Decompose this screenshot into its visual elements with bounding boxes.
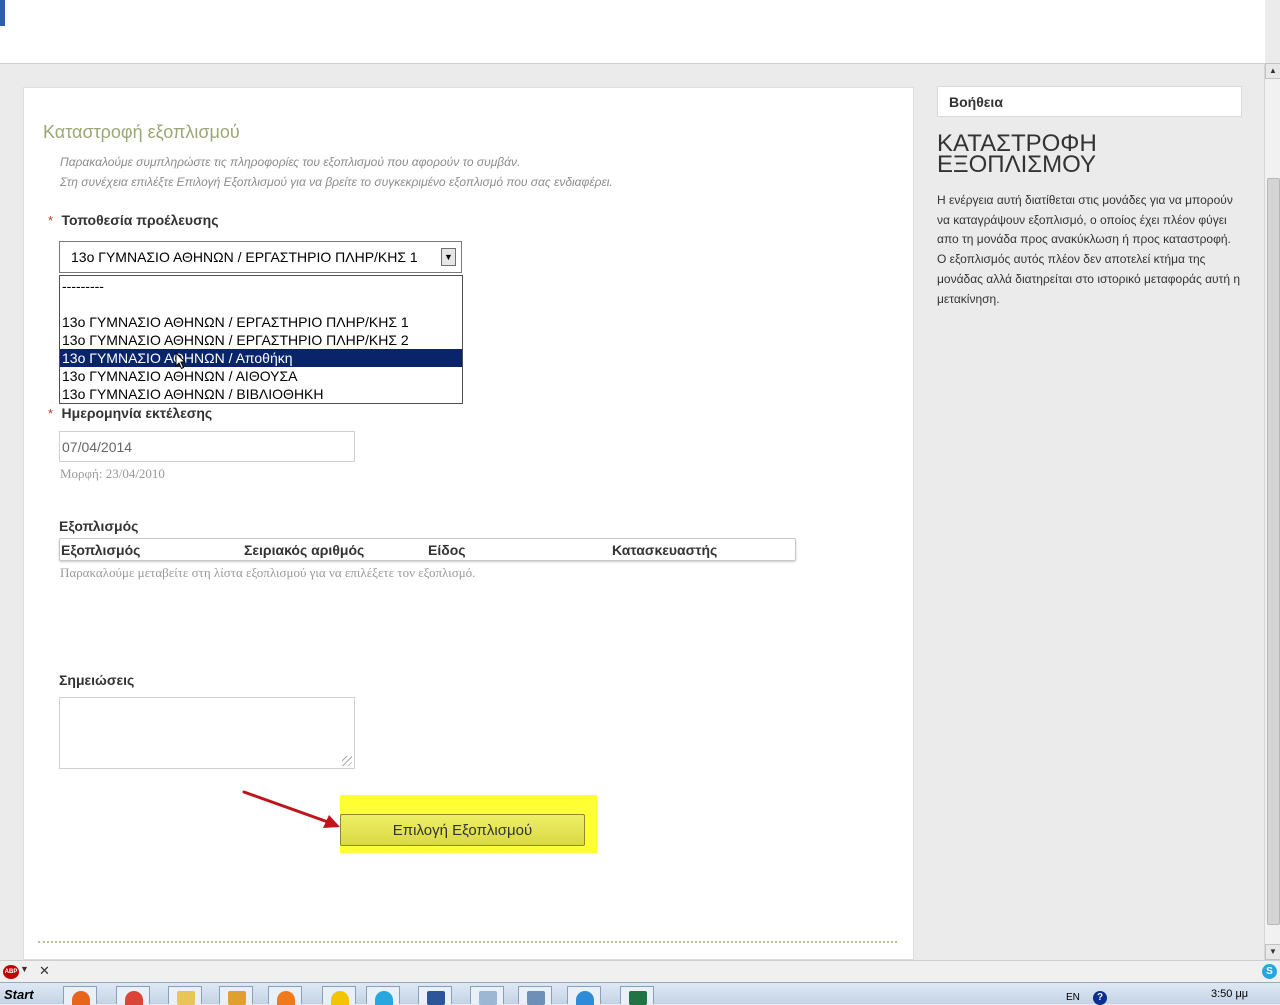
dropdown-option-empty[interactable] [60, 295, 462, 313]
chevron-down-icon[interactable]: ▼ [441, 248, 456, 266]
notes-textarea[interactable] [59, 697, 355, 769]
execution-date-input[interactable]: 07/04/2014 [59, 431, 355, 462]
taskbar-folder-icon[interactable] [168, 986, 202, 1005]
dropdown-option-classroom[interactable]: 13ο ΓΥΜΝΑΣΙΟ ΑΘΗΝΩΝ / ΑΙΘΟΥΣΑ [60, 367, 462, 385]
vertical-scrollbar[interactable]: ▲ ▼ [1264, 63, 1280, 960]
execution-date-value: 07/04/2014 [62, 439, 133, 455]
required-mark: * [48, 406, 54, 421]
taskbar-ie-icon[interactable] [567, 986, 601, 1005]
dropdown-option-lab-2[interactable]: 13ο ΓΥΜΝΑΣΙΟ ΑΘΗΝΩΝ / ΕΡΓΑΣΤΗΡΙΟ ΠΛΗΡ/ΚΗ… [60, 331, 462, 349]
resize-grip-icon[interactable] [342, 756, 352, 766]
notes-label: Σημειώσεις [59, 672, 135, 688]
column-header-type[interactable]: Είδος [428, 542, 466, 558]
taskbar-firefox-icon[interactable] [63, 986, 97, 1005]
close-icon[interactable]: ✕ [39, 963, 50, 979]
help-header: Βοήθεια [937, 86, 1242, 117]
tray-language-indicator[interactable]: EN [1066, 992, 1080, 1003]
help-title: Βοήθεια [949, 94, 1003, 110]
window-corner-accent [0, 0, 5, 26]
equipment-label: Εξοπλισμός [59, 518, 139, 534]
scroll-up-arrow-icon[interactable]: ▲ [1265, 63, 1280, 79]
equipment-table-header: Εξοπλισμός Σειριακός αριθμός Είδος Κατασ… [59, 538, 796, 561]
column-header-serial-number[interactable]: Σειριακός αριθμός [244, 542, 364, 558]
windows-taskbar: Start EN ? 3:50 μμ [0, 982, 1280, 1005]
start-button[interactable]: Start [0, 987, 62, 1004]
taskbar-messenger-icon[interactable] [322, 986, 356, 1005]
origin-location-label: Τοποθεσία προέλευσης [61, 212, 219, 228]
adblock-dropdown-icon[interactable]: ▼ [20, 964, 29, 974]
skype-icon[interactable]: S [1262, 964, 1277, 979]
taskbar-skype-icon[interactable] [366, 986, 400, 1005]
dropdown-option-separator[interactable]: --------- [60, 277, 462, 295]
help-heading-line-2: ΕΞΟΠΛΙΣΜΟΥ [937, 151, 1097, 178]
taskbar-word-icon[interactable] [418, 986, 452, 1005]
taskbar-chrome-icon[interactable] [116, 986, 150, 1005]
help-heading: ΚΑΤΑΣΤΡΟΦΗ ΕΞΟΠΛΙΣΜΟΥ [937, 132, 1137, 178]
execution-date-label: Ημερομηνία εκτέλεσης [61, 405, 213, 421]
bottom-divider [38, 941, 897, 943]
instruction-line-1: Παρακαλούμε συμπληρώστε τις πληροφορίες … [60, 155, 521, 169]
column-header-manufacturer[interactable]: Κατασκευαστής [612, 542, 717, 558]
instruction-line-2: Στη συνέχεια επιλέξτε Επιλογή Εξοπλισμού… [60, 175, 613, 189]
dropdown-option-lab-1[interactable]: 13ο ΓΥΜΝΑΣΙΟ ΑΘΗΝΩΝ / ΕΡΓΑΣΤΗΡΙΟ ΠΛΗΡ/ΚΗ… [60, 313, 462, 331]
origin-location-select[interactable]: 13ο ΓΥΜΝΑΣΙΟ ΑΘΗΝΩΝ / ΕΡΓΑΣΤΗΡΙΟ ΠΛΗΡ/ΚΗ… [59, 241, 462, 273]
page-title: Καταστροφή εξοπλισμού [43, 122, 240, 142]
adblock-icon[interactable]: ABP [3, 965, 19, 979]
scroll-down-arrow-icon[interactable]: ▼ [1265, 944, 1280, 960]
select-equipment-button[interactable]: Επιλογή Εξοπλισμού [340, 814, 585, 846]
browser-addon-bar: ABP ▼ ✕ S [0, 960, 1280, 983]
taskbar-notepad-icon[interactable] [470, 986, 504, 1005]
mouse-cursor-icon [175, 352, 187, 370]
origin-location-dropdown-list[interactable]: --------- 13ο ΓΥΜΝΑΣΙΟ ΑΘΗΝΩΝ / ΕΡΓΑΣΤΗΡ… [59, 275, 463, 404]
origin-location-label-row: * Τοποθεσία προέλευσης [48, 212, 218, 230]
browser-top-area [0, 0, 1265, 64]
scrollbar-thumb[interactable] [1267, 178, 1280, 925]
taskbar-excel-icon[interactable] [620, 986, 654, 1005]
column-header-equipment[interactable]: Εξοπλισμός [61, 542, 140, 558]
red-arrow-annotation-icon [242, 790, 340, 828]
dropdown-option-storage[interactable]: 13ο ΓΥΜΝΑΣΙΟ ΑΘΗΝΩΝ / Αποθήκη [60, 349, 462, 367]
origin-location-selected-value: 13ο ΓΥΜΝΑΣΙΟ ΑΘΗΝΩΝ / ΕΡΓΑΣΤΗΡΙΟ ΠΛΗΡ/ΚΗ… [71, 249, 418, 265]
taskbar-app-icon[interactable] [219, 986, 253, 1005]
taskbar-window-icon[interactable] [518, 986, 552, 1005]
tray-clock[interactable]: 3:50 μμ [1211, 988, 1248, 1000]
execution-date-label-row: * Ημερομηνία εκτέλεσης [48, 405, 212, 423]
taskbar-media-icon[interactable] [268, 986, 302, 1005]
help-description: Η ενέργεια αυτή διατίθεται στις μονάδες … [937, 193, 1241, 306]
required-mark: * [48, 213, 54, 228]
equipment-hint: Παρακαλούμε μεταβείτε στη λίστα εξοπλισμ… [60, 565, 476, 580]
dropdown-option-library[interactable]: 13ο ΓΥΜΝΑΣΙΟ ΑΘΗΝΩΝ / ΒΙΒΛΙΟΘΗΚΗ [60, 385, 462, 403]
date-format-hint: Μορφή: 23/04/2010 [60, 466, 165, 481]
